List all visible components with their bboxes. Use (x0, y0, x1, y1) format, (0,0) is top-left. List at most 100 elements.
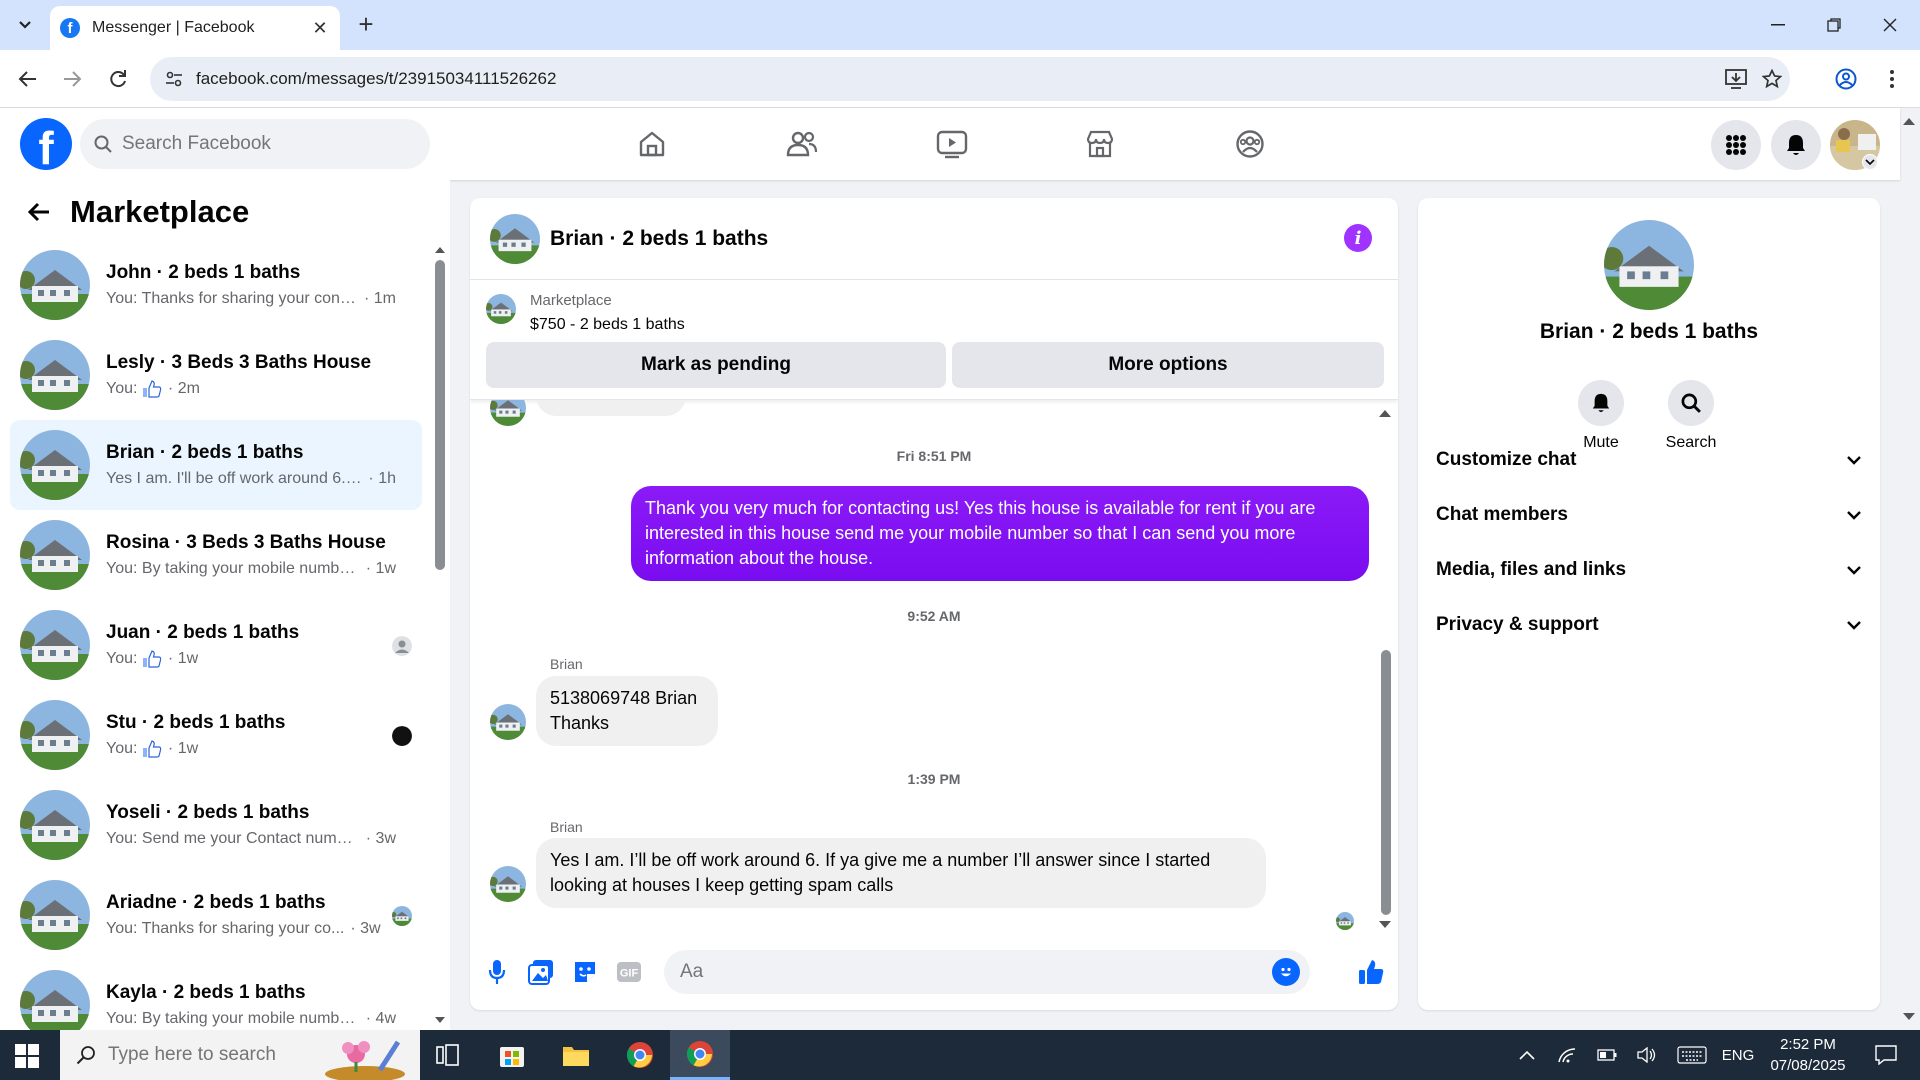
microphone-icon[interactable] (480, 955, 514, 989)
site-info-icon[interactable] (162, 67, 186, 91)
chat-time: · 2m (167, 380, 200, 397)
file-explorer-icon[interactable] (548, 1030, 604, 1080)
wifi-icon[interactable] (1552, 1030, 1582, 1080)
thread-scroll-down-icon[interactable] (1378, 920, 1392, 930)
account-menu-chevron-icon[interactable] (1862, 154, 1878, 170)
conversation-title[interactable]: Brian · 2 beds 1 baths (550, 227, 768, 251)
restore-button[interactable] (1814, 10, 1854, 40)
new-tab-button[interactable]: + (354, 11, 378, 38)
url-text[interactable]: facebook.com/messages/t/2391503411152626… (196, 69, 1718, 89)
emoji-icon[interactable] (1272, 958, 1300, 986)
info-section-0[interactable]: Customize chat (1436, 435, 1862, 485)
volume-icon[interactable] (1632, 1030, 1662, 1080)
chat-name: Rosina · 3 Beds 3 Baths House (106, 532, 386, 553)
chat-list-item[interactable]: John · 2 beds 1 baths You: Thanks for sha… (10, 240, 422, 330)
chat-info-avatar[interactable] (1604, 220, 1694, 310)
gif-icon[interactable]: GIF (612, 955, 646, 989)
back-button[interactable] (12, 63, 44, 95)
message-input-box[interactable] (664, 950, 1310, 994)
taskbar-search-input[interactable] (108, 1044, 328, 1066)
mark-as-pending-button[interactable]: Mark as pending (486, 342, 946, 388)
back-arrow-icon[interactable] (22, 195, 56, 229)
message-input[interactable] (680, 961, 1240, 983)
forward-button[interactable] (56, 63, 88, 95)
chat-time: · 3w (365, 830, 396, 847)
info-section-2[interactable]: Media, files and links (1436, 545, 1862, 595)
chat-list-item[interactable]: Ariadne · 2 beds 1 baths You: Thanks for … (10, 870, 422, 960)
chrome-profile-icon[interactable] (670, 1030, 730, 1080)
task-view-icon[interactable] (420, 1030, 476, 1080)
windows-start-icon[interactable] (14, 1043, 40, 1069)
thread-scrollbar[interactable] (1381, 650, 1391, 915)
input-language[interactable]: ENG (1718, 1030, 1758, 1080)
listing-price[interactable]: $750 - 2 beds 1 baths (530, 316, 685, 334)
chat-avatar (20, 700, 90, 770)
thread-scroll-up-icon[interactable] (1378, 408, 1392, 418)
chat-list-item[interactable]: Juan · 2 beds 1 baths You: · 1w (10, 600, 422, 690)
chat-preview: You: · 1w (106, 740, 396, 758)
incoming-message[interactable]: Yes I am. I’ll be off work around 6. If … (536, 838, 1266, 908)
sticker-icon[interactable] (568, 955, 602, 989)
seen-avatar (392, 906, 412, 926)
chat-list-item[interactable]: Yoseli · 2 beds 1 baths You: Send me your… (10, 780, 422, 870)
home-nav-button[interactable] (622, 122, 682, 166)
chat-list-item[interactable]: Rosina · 3 Beds 3 Baths House You: By tak… (10, 510, 422, 600)
install-app-icon[interactable] (1718, 61, 1754, 97)
tab-title: Messenger | Facebook (92, 19, 255, 36)
page-scroll-down-icon[interactable] (1902, 1012, 1916, 1022)
page-scroll-up-icon[interactable] (1902, 116, 1916, 126)
video-nav-button[interactable] (922, 122, 982, 166)
listing-thumbnail[interactable] (486, 294, 516, 324)
profile-button[interactable] (1830, 63, 1862, 95)
incoming-message[interactable]: 5138069748 Brian Thanks (536, 676, 718, 746)
taskbar-search-box[interactable] (60, 1030, 420, 1080)
address-bar[interactable]: facebook.com/messages/t/2391503411152626… (150, 57, 1790, 101)
like-thumbs-up-icon (142, 740, 162, 758)
facebook-search-box[interactable] (80, 119, 430, 169)
browser-menu-button[interactable] (1876, 63, 1908, 95)
groups-nav-button[interactable] (1220, 122, 1280, 166)
bookmark-star-icon[interactable] (1754, 61, 1790, 97)
close-window-button[interactable] (1870, 10, 1910, 40)
chat-avatar (20, 520, 90, 590)
facebook-search-input[interactable] (122, 133, 402, 155)
notification-center-icon[interactable] (1866, 1030, 1906, 1080)
info-section-label: Media, files and links (1436, 559, 1627, 580)
minimize-button[interactable] (1758, 10, 1798, 40)
sender-avatar (490, 866, 526, 902)
more-options-button[interactable]: More options (952, 342, 1384, 388)
chat-list-item[interactable]: Stu · 2 beds 1 baths You: · 1w (10, 690, 422, 780)
menu-grid-button[interactable] (1711, 120, 1761, 170)
chat-list-item[interactable]: Brian · 2 beds 1 baths Yes I am. I'll be … (10, 420, 422, 510)
microsoft-store-icon[interactable] (484, 1030, 540, 1080)
show-hidden-icons-icon[interactable] (1512, 1030, 1542, 1080)
chrome-icon[interactable] (612, 1030, 668, 1080)
conversation-avatar[interactable] (490, 214, 540, 264)
browser-tab[interactable]: f Messenger | Facebook ✕ (50, 6, 340, 50)
system-clock[interactable]: 2:52 PM 07/08/2025 (1760, 1034, 1856, 1076)
reload-button[interactable] (102, 63, 134, 95)
chat-preview: You: · 1w (106, 650, 396, 668)
chat-list-item[interactable]: Kayla · 2 beds 1 baths You: By taking you… (10, 960, 422, 1030)
info-icon[interactable]: i (1344, 224, 1372, 252)
close-tab-icon[interactable]: ✕ (310, 18, 330, 38)
tab-search-button[interactable] (10, 12, 40, 38)
info-section-label: Chat members (1436, 504, 1568, 525)
like-thumbs-up-icon[interactable] (1354, 955, 1388, 989)
timestamp: Fri 8:51 PM (896, 448, 972, 464)
photo-icon[interactable] (524, 955, 558, 989)
marketplace-nav-button[interactable] (1070, 122, 1130, 166)
read-receipt-avatar (1336, 912, 1354, 930)
marketplace-icon (1086, 130, 1114, 158)
outgoing-message[interactable]: Thank you very much for contacting us! Y… (631, 486, 1369, 581)
chat-name: Stu · 2 beds 1 baths (106, 712, 286, 733)
battery-icon[interactable] (1592, 1030, 1622, 1080)
notifications-button[interactable] (1771, 120, 1821, 170)
chat-list-item[interactable]: Lesly · 3 Beds 3 Baths House You: · 2m (10, 330, 422, 420)
info-section-3[interactable]: Privacy & support (1436, 600, 1862, 650)
facebook-logo-icon[interactable]: f (20, 118, 72, 170)
friends-nav-button[interactable] (772, 122, 832, 166)
keyboard-icon[interactable] (1672, 1030, 1712, 1080)
info-section-1[interactable]: Chat members (1436, 490, 1862, 540)
chat-list-scrollbar[interactable] (434, 240, 445, 1023)
